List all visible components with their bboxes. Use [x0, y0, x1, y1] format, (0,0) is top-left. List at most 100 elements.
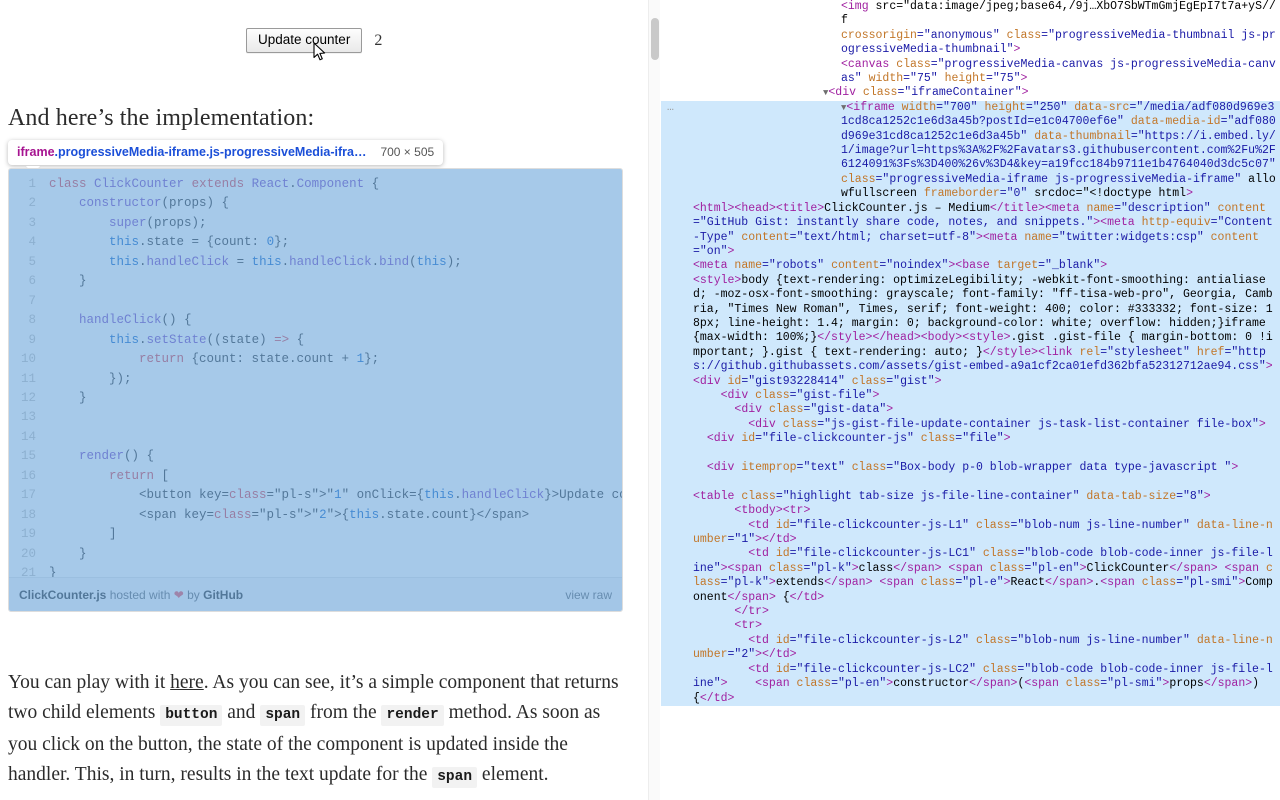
code-line-number: 12 [20, 390, 36, 405]
code-line-number: 10 [20, 352, 36, 367]
paragraph-text-4: from the [305, 701, 382, 723]
devtools-dom-row[interactable]: <td id="file-clickcounter-js-LC1" class=… [661, 547, 1280, 606]
devtools-row-markup: ▼<iframe width="700" height="250" data-s… [841, 100, 1276, 201]
code-line-number: 14 [20, 429, 36, 444]
gist-filename: ClickCounter.js [19, 587, 107, 602]
devtools-dom-row[interactable]: <tbody><tr> [661, 504, 1280, 519]
code-line-content: handleClick() { [79, 313, 192, 328]
devtools-row-markup: <style>body {text-rendering: optimizeLeg… [693, 273, 1273, 388]
code-line-content: } [49, 274, 87, 289]
code-line-number: 16 [20, 468, 36, 483]
code-line-number: 18 [20, 507, 36, 522]
gist-host-name: GitHub [203, 587, 244, 602]
code-line-number: 9 [28, 332, 36, 347]
code-line-number: 7 [28, 293, 36, 308]
devtools-row-markup [693, 447, 1280, 461]
devtools-dom-row[interactable]: <img src="data:image/jpeg;base64,/9j…XbO… [661, 0, 1280, 29]
code-line-content: } [49, 546, 87, 561]
devtools-row-gutter [661, 259, 693, 273]
code-line: 13 [9, 408, 622, 427]
devtools-row-markup [693, 475, 1280, 489]
code-line-number: 17 [20, 488, 36, 503]
devtools-dom-row[interactable]: <div class="gist-data"> [661, 403, 1280, 418]
devtools-dom-row[interactable]: <td id="file-clickcounter-js-L1" class="… [661, 518, 1280, 548]
devtools-dom-row[interactable]: ▼<div class="iframeContainer"> [661, 86, 1280, 100]
devtools-dom-row[interactable]: <td id="file-clickcounter-js-L2" class="… [661, 633, 1280, 663]
demo-controls: Update counter 2 [246, 28, 382, 53]
devtools-dom-row[interactable]: <html><head><title>ClickCounter.js – Med… [661, 201, 1280, 260]
devtools-row-gutter [661, 519, 693, 548]
devtools-dom-row[interactable] [661, 446, 1280, 461]
devtools-dom-row[interactable]: <td id="file-clickcounter-js-LC2" class=… [661, 662, 1280, 706]
devtools-row-markup: <table class="highlight tab-size js-file… [693, 489, 1211, 503]
code-line-content: this.state = {count: 0}; [109, 235, 290, 250]
devtools-dom-row[interactable]: <table class="highlight tab-size js-file… [661, 489, 1280, 505]
code-line-number: 19 [20, 527, 36, 542]
article-scrollbar-thumb[interactable] [651, 18, 659, 60]
article-scrollbar[interactable] [648, 0, 660, 800]
devtools-dom-row[interactable]: crossorigin="anonymous" class="progressi… [661, 29, 1280, 58]
here-link[interactable]: here [170, 672, 204, 693]
inspect-tooltip-selector: iframe.progressiveMedia-iframe.js-progre… [17, 145, 366, 159]
gist-footer: ClickCounter.js hosted with ❤ by GitHub … [9, 577, 622, 611]
devtools-dom-row[interactable]: <div itemprop="text" class="Box-body p-0… [661, 461, 1280, 476]
devtools-dom-row[interactable]: <div class="gist-file"> [661, 388, 1280, 404]
devtools-dom-row[interactable] [661, 475, 1280, 490]
devtools-row-gutter [661, 461, 693, 475]
devtools-row-markup: crossorigin="anonymous" class="progressi… [841, 28, 1276, 57]
code-line-content: super(props); [109, 215, 207, 230]
update-counter-button[interactable]: Update counter [246, 28, 363, 53]
gist-embed-block[interactable]: 1 class ClickCounter extends React.Compon… [8, 168, 623, 612]
devtools-dom-row[interactable]: <style>body {text-rendering: optimizeLeg… [661, 273, 1280, 389]
devtools-row-markup: <html><head><title>ClickCounter.js – Med… [693, 201, 1273, 258]
code-line-content: this.handleClick = this.handleClick.bind… [109, 254, 462, 269]
inspect-tooltip-classes: .progressiveMedia-iframe.js-progressiveM… [54, 145, 367, 159]
body-paragraph: You can play with it here. As you can se… [8, 668, 624, 792]
devtools-elements-panel[interactable]: <img src="data:image/jpeg;base64,/9j…XbO… [661, 0, 1280, 800]
gist-hosted-with-label: hosted with [106, 587, 174, 602]
devtools-row-gutter [661, 418, 693, 432]
devtools-dom-row[interactable]: … ▼<iframe width="700" height="250" data-… [661, 100, 1280, 202]
code-line: 20 } [9, 545, 622, 564]
devtools-row-markup: <tbody><tr> [734, 504, 811, 518]
next-paragraph-clipped [8, 792, 624, 800]
devtools-row-markup: <div itemprop="text" class="Box-body p-0… [706, 461, 1239, 474]
devtools-dom-row[interactable]: <meta name="robots" content="noindex"><b… [661, 259, 1280, 274]
code-line: 3 super(props); [9, 214, 622, 233]
devtools-row-gutter [661, 432, 693, 446]
devtools-dom-row[interactable]: <div class="js-gist-file-update-containe… [661, 417, 1280, 433]
devtools-row-markup: <tr> [734, 619, 763, 633]
code-line: 9 this.setState((state) => { [9, 331, 622, 350]
code-line: 12 } [9, 389, 622, 408]
code-line-content [49, 408, 57, 427]
code-line-number: 5 [28, 254, 36, 269]
code-line-content: }); [49, 371, 132, 386]
code-line-number: 4 [28, 235, 36, 250]
code-line-number: 13 [20, 410, 36, 425]
devtools-row-markup: <meta name="robots" content="noindex"><b… [693, 259, 1108, 273]
devtools-dom-row[interactable]: <tr> [661, 619, 1280, 634]
devtools-dom-row[interactable]: <div id="file-clickcounter-js" class="fi… [661, 432, 1280, 447]
code-line: 11 }); [9, 370, 622, 389]
devtools-row-gutter [661, 475, 693, 489]
devtools-row-gutter [661, 403, 693, 417]
view-raw-link[interactable]: view raw [565, 588, 612, 602]
devtools-row-markup: <div class="gist-file"> [720, 388, 880, 402]
code-line: 1 class ClickCounter extends React.Compon… [9, 175, 622, 194]
code-line-content [49, 428, 57, 447]
devtools-row-gutter [661, 490, 693, 504]
devtools-row-gutter [661, 58, 693, 87]
code-line: 14 [9, 428, 622, 447]
devtools-dom-row[interactable]: <canvas class="progressiveMedia-canvas j… [661, 58, 1280, 87]
inline-code-render: render [381, 704, 444, 726]
devtools-dom-row[interactable]: </tr> [661, 605, 1280, 620]
inspect-tooltip-dimensions: 700 × 505 [380, 145, 435, 159]
code-line-content: return {count: state.count + 1}; [139, 352, 380, 367]
code-line-content: render() { [79, 449, 155, 464]
devtools-row-gutter [661, 663, 693, 706]
inline-code-button: button [160, 704, 223, 726]
code-line: 8 handleClick() { [9, 311, 622, 330]
inline-code-span-2: span [432, 766, 478, 788]
devtools-row-markup: <td id="file-clickcounter-js-L1" class="… [693, 518, 1273, 547]
devtools-row-gutter [661, 389, 693, 403]
